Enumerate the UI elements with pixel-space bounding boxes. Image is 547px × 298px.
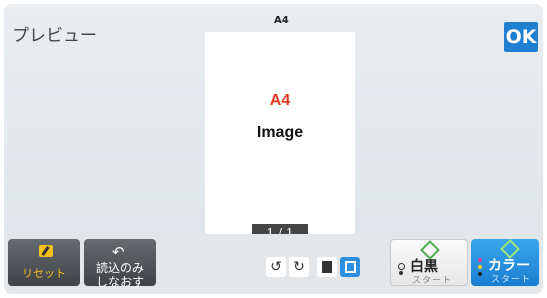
screen: プレビュー OK A4 A4 Image 1 / 1 リセット ↶ 読込のみ し…	[0, 0, 547, 298]
yellow-dot-icon	[478, 265, 482, 269]
ok-button[interactable]: OK	[504, 22, 538, 52]
bw-sub-label: スタート	[412, 276, 453, 286]
rotate-right-icon[interactable]: ↻	[289, 257, 309, 277]
color-start-button[interactable]: カラー スタート	[471, 239, 539, 286]
single-page-icon[interactable]	[317, 257, 337, 277]
black-dot-icon	[478, 272, 482, 276]
multi-page-icon[interactable]	[340, 257, 360, 277]
magenta-dot-icon	[478, 258, 482, 262]
reread-label: 読込のみ しなおす	[84, 261, 156, 289]
eraser-icon	[39, 245, 53, 257]
color-sub-label: スタート	[491, 275, 532, 285]
reset-label: リセット	[22, 267, 66, 280]
bw-dot-icon	[399, 271, 403, 275]
page-title: プレビュー	[12, 26, 97, 46]
reread-label-line2: しなおす	[95, 275, 144, 289]
paper-size-label: A4	[274, 15, 289, 26]
reread-label-line1: 読込のみ	[95, 261, 144, 275]
rotate-left-icon[interactable]: ↺	[266, 257, 286, 277]
bottom-toolbar: リセット ↶ 読込のみ しなおす ↺ ↻ 白黒 スタート カラー スタート	[4, 234, 543, 294]
preview-panel: プレビュー OK A4 A4 Image 1 / 1 リセット ↶ 読込のみ し…	[4, 4, 543, 294]
page-size-text: A4	[269, 92, 291, 109]
bw-start-button[interactable]: 白黒 スタート	[390, 239, 468, 286]
bw-dot-icon	[398, 263, 405, 270]
reread-button[interactable]: ↶ 読込のみ しなおす	[84, 239, 156, 289]
page-image-text: Image	[256, 124, 304, 141]
reset-button[interactable]: リセット	[8, 239, 80, 286]
preview-page[interactable]: A4 Image 1 / 1	[205, 32, 355, 241]
undo-icon: ↶	[112, 243, 125, 261]
